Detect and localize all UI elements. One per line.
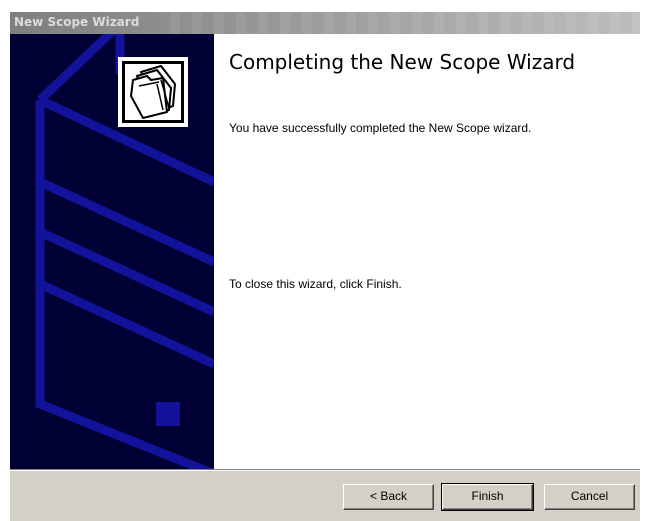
button-bar: < Back Finish Cancel: [10, 471, 640, 521]
title-bar[interactable]: New Scope Wizard: [10, 12, 640, 34]
drive-light: [156, 402, 180, 426]
wizard-content: Completing the New Scope Wizard You have…: [214, 34, 640, 469]
close-instruction: To close this wizard, click Finish.: [229, 277, 402, 291]
window-title: New Scope Wizard: [14, 15, 140, 29]
finish-button[interactable]: Finish: [442, 484, 533, 510]
folders-icon: [118, 57, 188, 127]
wizard-banner: [10, 34, 214, 469]
back-button[interactable]: < Back: [343, 484, 434, 510]
title-bar-gradient: [170, 12, 640, 34]
page-title: Completing the New Scope Wizard: [229, 50, 576, 74]
completion-message: You have successfully completed the New …: [229, 121, 532, 135]
wizard-window: New Scope Wizard Completing the New Scop…: [10, 12, 640, 521]
cancel-button[interactable]: Cancel: [544, 484, 635, 510]
